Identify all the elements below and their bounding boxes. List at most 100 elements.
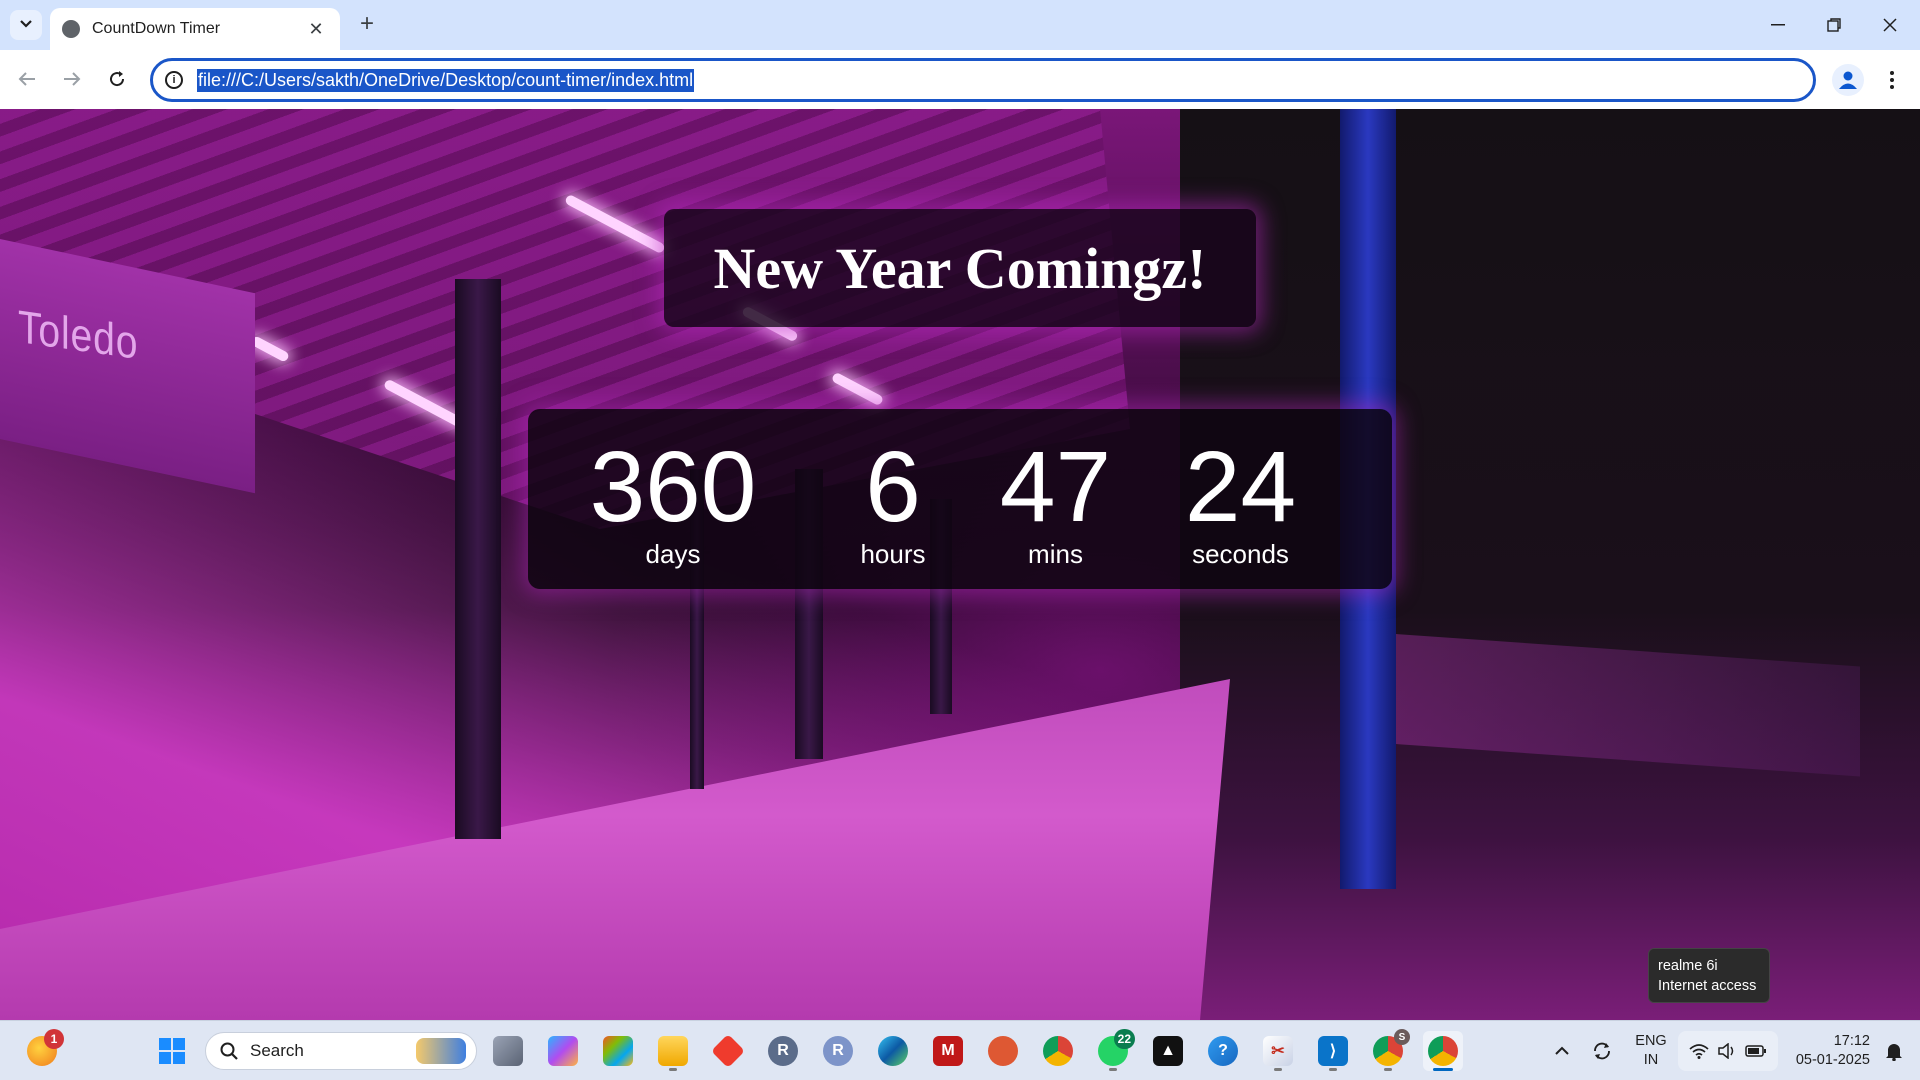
sync-button[interactable] bbox=[1582, 1031, 1622, 1071]
region-code: IN bbox=[1643, 1052, 1659, 1068]
minimize-icon bbox=[1771, 24, 1785, 26]
sync-icon bbox=[1594, 1042, 1610, 1060]
restore-icon bbox=[1827, 18, 1841, 32]
anydesk-icon bbox=[711, 1034, 745, 1068]
taskbar: 1 Search R R M 22 ▲ ? ✂ ⟩ S ENG IN 17:12… bbox=[0, 1020, 1920, 1080]
app-icon: R bbox=[768, 1036, 798, 1066]
network-tooltip: realme 6i Internet access bbox=[1648, 948, 1770, 1003]
chrome-profile-button[interactable]: S bbox=[1368, 1029, 1410, 1071]
search-placeholder: Search bbox=[250, 1041, 304, 1060]
title-card: New Year Comingz! bbox=[664, 209, 1256, 327]
reload-icon bbox=[110, 71, 125, 87]
close-tab-icon[interactable]: ✕ bbox=[304, 19, 328, 40]
chrome-profile-badge: S bbox=[1394, 1029, 1410, 1045]
back-button[interactable] bbox=[10, 62, 44, 96]
language-code: ENG bbox=[1635, 1033, 1667, 1049]
person-icon bbox=[1839, 71, 1857, 89]
edge-button[interactable] bbox=[873, 1031, 913, 1071]
duckduckgo-icon bbox=[988, 1036, 1018, 1066]
quick-settings-button[interactable] bbox=[1678, 1031, 1778, 1071]
whatsapp-badge: 22 bbox=[1113, 1029, 1135, 1049]
profile-button[interactable] bbox=[1832, 64, 1864, 96]
taskbar-search[interactable]: Search bbox=[205, 1032, 477, 1070]
tooltip-network-status: Internet access bbox=[1658, 978, 1757, 994]
site-info-icon[interactable]: i bbox=[165, 71, 183, 89]
r-app-button[interactable]: R bbox=[818, 1031, 858, 1071]
app-button[interactable]: R bbox=[763, 1031, 803, 1071]
hours-value: 6 bbox=[865, 431, 921, 543]
vscode-icon: ⟩ bbox=[1318, 1036, 1348, 1066]
vscode-button[interactable]: ⟩ bbox=[1313, 1031, 1353, 1071]
search-highlight-icon bbox=[416, 1038, 466, 1064]
duckduckgo-button[interactable] bbox=[983, 1031, 1023, 1071]
url-text[interactable]: file:///C:/Users/sakth/OneDrive/Desktop/… bbox=[197, 68, 695, 92]
countdown-card: 360 days 6 hours 47 mins 24 seconds bbox=[528, 409, 1392, 589]
clock[interactable]: 17:12 05-01-2025 bbox=[1780, 1032, 1870, 1070]
page-viewport: Toledo New Year Comingz! 360 days 6 hour… bbox=[0, 109, 1920, 1020]
dot bbox=[1890, 78, 1894, 82]
close-window-button[interactable] bbox=[1862, 0, 1918, 50]
days-label: days bbox=[645, 539, 701, 569]
anydesk-button[interactable] bbox=[708, 1031, 748, 1071]
address-bar[interactable]: i file:///C:/Users/sakth/OneDrive/Deskto… bbox=[150, 58, 1816, 102]
reload-button[interactable] bbox=[100, 62, 134, 96]
windows-start-icon bbox=[159, 1038, 185, 1064]
background-platform bbox=[0, 679, 1230, 1020]
task-view-button[interactable] bbox=[488, 1031, 528, 1071]
chevron-up-icon bbox=[1555, 1046, 1569, 1055]
store-button[interactable] bbox=[598, 1031, 638, 1071]
close-icon bbox=[1883, 18, 1897, 32]
language-indicator[interactable]: ENG IN bbox=[1628, 1032, 1674, 1070]
search-icon bbox=[220, 1042, 238, 1060]
snipping-tool-icon: ✂ bbox=[1263, 1036, 1293, 1066]
mcafee-button[interactable]: M bbox=[928, 1031, 968, 1071]
volume-icon bbox=[1718, 1043, 1734, 1059]
help-app-button[interactable]: ? bbox=[1203, 1031, 1243, 1071]
chrome-button[interactable] bbox=[1038, 1031, 1078, 1071]
tab-search-button[interactable] bbox=[10, 10, 42, 40]
widgets-badge: 1 bbox=[44, 1029, 64, 1049]
globe-icon bbox=[62, 20, 80, 38]
mins-label: mins bbox=[1028, 539, 1083, 569]
battery-icon bbox=[1745, 1045, 1766, 1057]
chrome-active-button[interactable] bbox=[1423, 1031, 1463, 1071]
chrome-icon bbox=[1428, 1036, 1458, 1066]
notifications-button[interactable] bbox=[1874, 1031, 1914, 1071]
r-icon: R bbox=[823, 1036, 853, 1066]
minimize-button[interactable] bbox=[1750, 0, 1806, 50]
bell-icon bbox=[1886, 1044, 1902, 1061]
task-view-icon bbox=[493, 1036, 523, 1066]
browser-toolbar: i file:///C:/Users/sakth/OneDrive/Deskto… bbox=[0, 50, 1920, 109]
start-button[interactable] bbox=[152, 1031, 192, 1071]
show-hidden-icons-button[interactable] bbox=[1542, 1031, 1582, 1071]
help-icon: ? bbox=[1208, 1036, 1238, 1066]
file-explorer-button[interactable] bbox=[653, 1031, 693, 1071]
days-value: 360 bbox=[589, 431, 757, 543]
copilot-button[interactable] bbox=[543, 1031, 583, 1071]
browser-menu-button[interactable] bbox=[1880, 64, 1904, 96]
copilot-icon bbox=[548, 1036, 578, 1066]
seconds-value: 24 bbox=[1184, 431, 1297, 543]
edge-icon bbox=[878, 1036, 908, 1066]
arrow-right-icon bbox=[64, 72, 81, 86]
arrow-left-icon bbox=[18, 72, 35, 86]
chevron-down-icon bbox=[19, 16, 33, 34]
affinity-button[interactable]: ▲ bbox=[1148, 1031, 1188, 1071]
tab-title: CountDown Timer bbox=[92, 20, 221, 37]
microsoft-store-icon bbox=[603, 1036, 633, 1066]
countdown-mins: 47 mins bbox=[993, 437, 1118, 570]
dot bbox=[1890, 71, 1894, 75]
new-tab-button[interactable]: + bbox=[352, 10, 382, 40]
forward-button[interactable] bbox=[55, 62, 89, 96]
whatsapp-button[interactable]: 22 bbox=[1093, 1029, 1135, 1071]
widgets-button[interactable]: 1 bbox=[22, 1029, 64, 1071]
snipping-tool-button[interactable]: ✂ bbox=[1258, 1031, 1298, 1071]
mins-value: 47 bbox=[999, 431, 1112, 543]
restore-button[interactable] bbox=[1806, 0, 1862, 50]
tooltip-network-name: realme 6i bbox=[1658, 958, 1718, 974]
browser-tab[interactable]: CountDown Timer ✕ bbox=[50, 8, 340, 50]
pillar bbox=[455, 279, 501, 839]
tab-strip: CountDown Timer ✕ + bbox=[0, 0, 1920, 50]
wifi-icon bbox=[1689, 1044, 1709, 1059]
seconds-label: seconds bbox=[1192, 539, 1289, 569]
